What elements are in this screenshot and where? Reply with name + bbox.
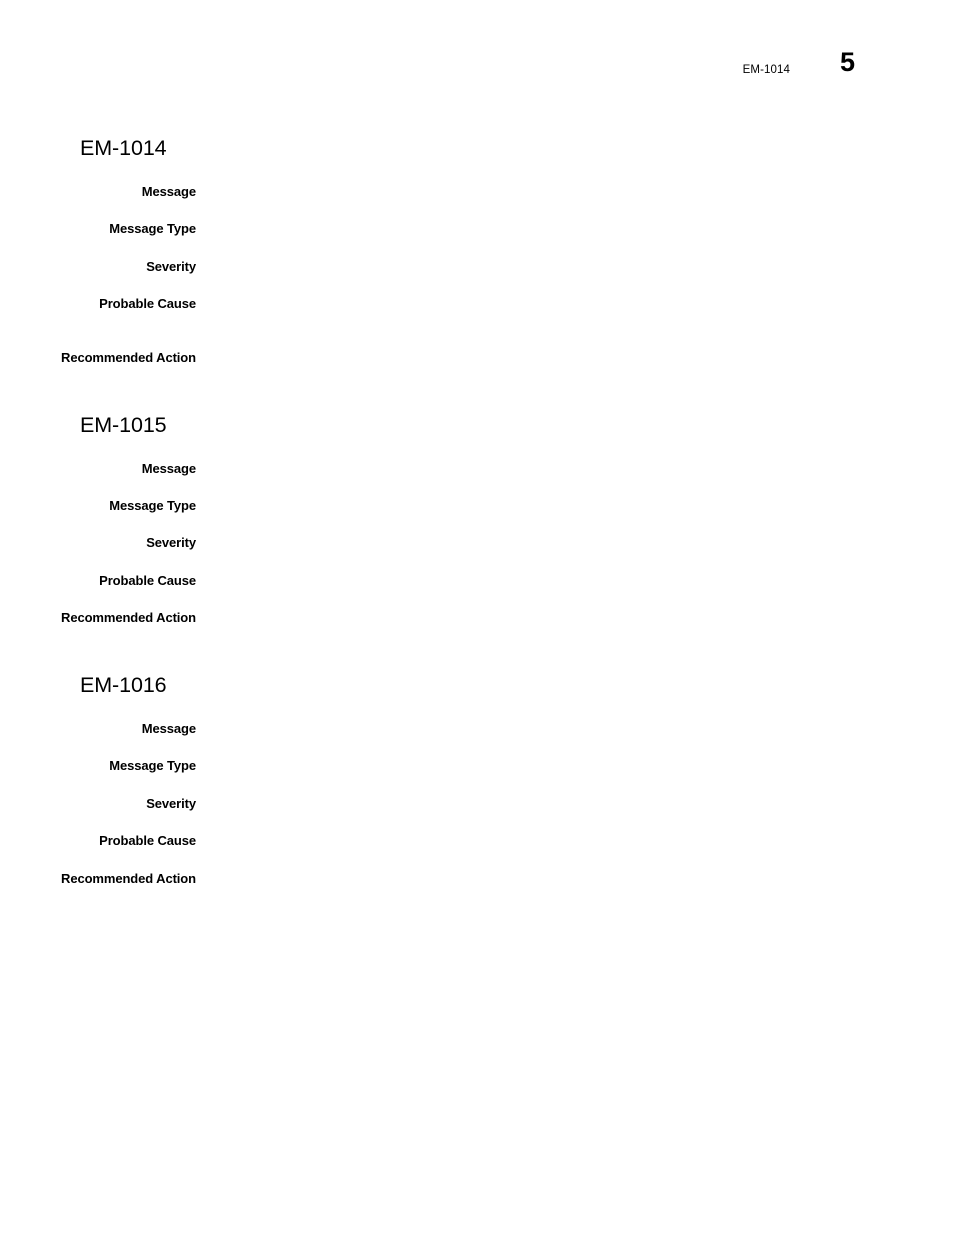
field-label: Message Type bbox=[109, 758, 196, 773]
document-page: EM-1014 5 EM-1014 Message Message Type Seve… bbox=[0, 0, 954, 1235]
section-heading: EM-1014 bbox=[80, 136, 167, 160]
field-label: Message bbox=[141, 461, 196, 476]
field-label: Message Type bbox=[109, 498, 196, 513]
field-label: Message bbox=[141, 721, 196, 736]
field-label: Recommended Action bbox=[61, 610, 196, 625]
field-label: Message bbox=[141, 184, 196, 199]
field-value bbox=[212, 182, 902, 201]
running-header-document-id: EM-1014 bbox=[742, 64, 790, 76]
field-value bbox=[212, 794, 902, 813]
field-label: Severity bbox=[146, 259, 196, 274]
field-value bbox=[212, 533, 902, 552]
field-label: Severity bbox=[146, 535, 196, 550]
field-value bbox=[212, 496, 902, 515]
field-value bbox=[212, 571, 902, 590]
section-heading: EM-1016 bbox=[80, 673, 167, 697]
field-value bbox=[212, 294, 902, 313]
field-label: Message Type bbox=[109, 221, 196, 236]
field-value bbox=[212, 257, 902, 276]
field-label: Recommended Action bbox=[61, 350, 196, 365]
field-label: Severity bbox=[146, 796, 196, 811]
field-label: Recommended Action bbox=[61, 871, 196, 886]
section-heading: EM-1015 bbox=[80, 413, 167, 437]
field-value bbox=[212, 719, 902, 738]
field-label: Probable Cause bbox=[99, 833, 196, 848]
field-value bbox=[212, 348, 902, 367]
field-value bbox=[212, 869, 902, 888]
field-value bbox=[212, 831, 902, 850]
page-number: 5 bbox=[839, 47, 855, 77]
field-value bbox=[212, 219, 902, 238]
field-value bbox=[212, 459, 902, 478]
field-label: Probable Cause bbox=[99, 573, 196, 588]
running-header: EM-1014 5 bbox=[0, 47, 954, 98]
field-value bbox=[212, 756, 902, 775]
field-label: Probable Cause bbox=[99, 296, 196, 311]
field-value bbox=[212, 608, 902, 627]
